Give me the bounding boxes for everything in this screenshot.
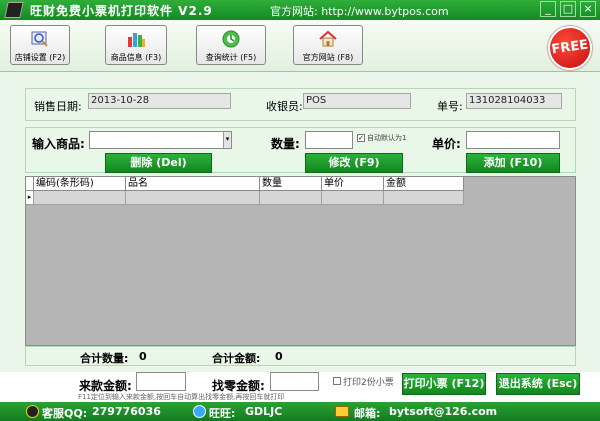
- sale-date-field: 2013-10-28: [88, 93, 231, 109]
- title-bar: 旺财免费小票机打印软件 V2.9 官方网站: http://www.bytpos…: [0, 0, 600, 20]
- table-cell-amount[interactable]: [384, 191, 464, 205]
- column-header-code[interactable]: 编码(条形码): [34, 177, 126, 191]
- stats-label: 查询统计 (F5): [205, 53, 257, 62]
- product-info-label: 商品信息 (F3): [110, 53, 162, 62]
- column-header-amount[interactable]: 金额: [384, 177, 464, 191]
- payment-hint: F11定位到输入来款金额,按回车自动算出找零金额,再按回车就打印: [78, 393, 285, 401]
- free-badge: FREE: [545, 23, 595, 73]
- column-header-price[interactable]: 单价: [322, 177, 384, 191]
- item-table: 编码(条形码) 品名 数量 单价 金额 ▸: [25, 176, 576, 346]
- print-two-label: 打印2份小票: [343, 378, 394, 388]
- email-value: bytsoft@126.com: [389, 405, 498, 418]
- total-qty-label: 合计数量:: [80, 352, 129, 365]
- totals-panel: 合计数量: 0 合计金额: 0: [25, 346, 576, 366]
- product-input-label: 输入商品:: [32, 137, 85, 151]
- total-amount-value: 0: [275, 350, 283, 363]
- site-label: 官方网站: http://www.bytpos.com: [270, 5, 449, 18]
- payment-area: 来款金额: 找零金额: 打印2份小票 打印小票 (F12) 退出系统 (Esc)…: [0, 372, 600, 402]
- minimize-button[interactable]: _: [540, 1, 556, 17]
- product-dropdown-arrow-icon[interactable]: ▾: [223, 132, 231, 148]
- maximize-button[interactable]: □: [560, 1, 576, 17]
- table-corner: [26, 177, 34, 191]
- shop-settings-label: 店铺设置 (F2): [14, 53, 66, 62]
- cashier-label: 收银员:: [266, 100, 303, 113]
- sale-info-panel: 销售日期: 2013-10-28 收银员: POS 单号: 1310281040…: [25, 88, 576, 121]
- auto-default-label: 自动默认为1: [367, 134, 407, 142]
- status-bar: 客服QQ: 279776036 旺旺: GDLJC 邮箱: bytsoft@12…: [0, 402, 600, 421]
- quantity-label: 数量:: [271, 137, 300, 151]
- modify-button[interactable]: 修改 (F9): [305, 153, 403, 173]
- website-home-icon: [319, 30, 337, 47]
- add-button[interactable]: 添加 (F10): [466, 153, 560, 173]
- auto-default-checkbox[interactable]: ✓: [357, 134, 365, 142]
- product-info-button[interactable]: 商品信息 (F3): [105, 25, 167, 65]
- total-qty-value: 0: [139, 350, 147, 363]
- website-label: 官方网站 (F8): [302, 53, 354, 62]
- column-header-name[interactable]: 品名: [126, 177, 260, 191]
- quantity-input[interactable]: [305, 131, 353, 149]
- wangwang-value: GDLJC: [245, 405, 283, 418]
- qq-value: 279776036: [92, 405, 161, 418]
- stats-button[interactable]: 查询统计 (F5): [196, 25, 266, 65]
- qq-penguin-icon: [26, 405, 39, 418]
- unit-price-label: 单价:: [432, 137, 461, 151]
- mail-icon: [335, 406, 349, 417]
- delete-button[interactable]: 删除 (Del): [105, 153, 212, 173]
- app-logo-icon: [4, 2, 24, 18]
- total-amount-label: 合计金额:: [212, 352, 261, 365]
- print-two-checkbox[interactable]: [333, 377, 341, 385]
- stats-icon: [222, 30, 240, 48]
- table-cell-price[interactable]: [322, 191, 384, 205]
- product-info-icon: [128, 33, 145, 47]
- close-button[interactable]: ×: [580, 1, 596, 17]
- table-cell-code[interactable]: [34, 191, 126, 205]
- order-number-field: 131028104033: [466, 93, 562, 109]
- toolbar: 店铺设置 (F2) 商品信息 (F3) 查询统计 (F5) 官方网站 (F8) …: [0, 20, 600, 73]
- column-header-qty[interactable]: 数量: [260, 177, 322, 191]
- cashier-field: POS: [303, 93, 411, 109]
- shop-settings-button[interactable]: 店铺设置 (F2): [10, 25, 70, 65]
- table-cell-qty[interactable]: [260, 191, 322, 205]
- window-title: 旺财免费小票机打印软件 V2.9: [30, 4, 213, 18]
- order-number-label: 单号:: [437, 100, 463, 113]
- unit-price-input[interactable]: [466, 131, 560, 149]
- print-receipt-button[interactable]: 打印小票 (F12): [402, 373, 486, 395]
- exit-button[interactable]: 退出系统 (Esc): [496, 373, 580, 395]
- row-pointer-icon: ▸: [26, 191, 34, 205]
- received-amount-input[interactable]: [136, 372, 186, 391]
- qq-label: 客服QQ:: [42, 407, 88, 420]
- table-cell-name[interactable]: [126, 191, 260, 205]
- email-label: 邮箱:: [354, 407, 381, 420]
- product-input[interactable]: [89, 131, 232, 149]
- wangwang-icon: [193, 405, 206, 418]
- change-amount-input[interactable]: [270, 372, 319, 391]
- main-area: 销售日期: 2013-10-28 收银员: POS 单号: 1310281040…: [0, 72, 600, 402]
- shop-settings-icon: [31, 31, 48, 47]
- website-button[interactable]: 官方网站 (F8): [293, 25, 363, 65]
- wangwang-label: 旺旺:: [209, 407, 236, 420]
- sale-date-label: 销售日期:: [34, 100, 82, 113]
- product-entry-panel: 输入商品: ▾ 数量: ✓ 自动默认为1 单价: 删除 (Del) 修改 (F9…: [25, 127, 576, 173]
